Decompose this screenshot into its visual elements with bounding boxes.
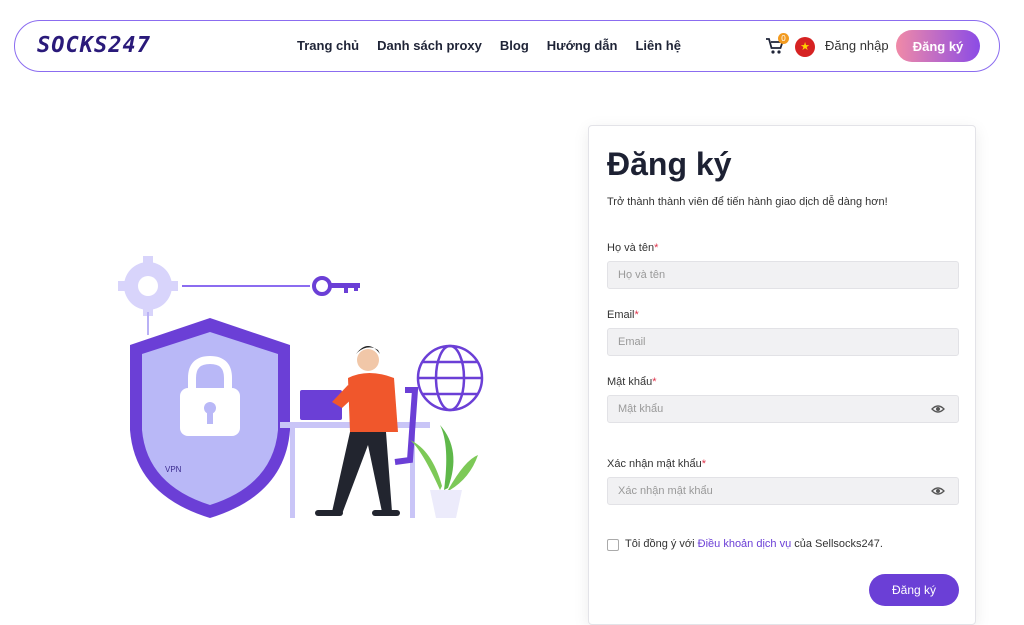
show-password-eye-icon[interactable] [931,404,945,414]
email-label: Email* [607,309,639,321]
security-illustration: VPN [118,256,484,518]
gear-icon [118,256,178,316]
nav-item-contact[interactable]: Liên hệ [635,38,681,53]
show-confirm-password-eye-icon[interactable] [931,486,945,496]
vietnam-flag-icon[interactable]: ★ [795,37,815,57]
form-subtitle: Trở thành thành viên để tiến hành giao d… [607,196,888,208]
submit-signup-button[interactable]: Đăng ký [869,574,959,606]
password-input[interactable] [607,395,959,423]
top-navbar: SOCKS247 Trang chủ Danh sách proxy Blog … [14,20,1000,72]
nav-item-home[interactable]: Trang chủ [297,38,359,53]
person-figure [315,346,400,516]
confirm-password-label: Xác nhận mật khẩu* [607,458,707,470]
nav-item-proxy-list[interactable]: Danh sách proxy [377,38,482,53]
form-title: Đăng ký [607,146,732,182]
fullname-input[interactable] [607,261,959,289]
terms-of-service-link[interactable]: Điều khoản dịch vụ [698,538,792,550]
brand-logo[interactable]: SOCKS247 [37,33,151,58]
terms-checkbox[interactable] [607,539,619,551]
email-input[interactable] [607,328,959,356]
login-link[interactable]: Đăng nhập [825,38,889,53]
confirm-password-input[interactable] [607,477,959,505]
key-icon [312,276,360,296]
signup-form-card: Đăng ký Trở thành thành viên để tiến hàn… [588,125,976,625]
cart-count-badge: 0 [778,33,789,44]
nav-item-blog[interactable]: Blog [500,38,529,53]
plant-decoration [410,425,478,518]
fullname-label: Họ và tên* [607,242,659,254]
shield-label: VPN [165,465,182,474]
password-label: Mật khẩu* [607,376,657,388]
laptop [300,390,342,420]
main-menu: Trang chủ Danh sách proxy Blog Hướng dẫn… [297,38,681,53]
terms-text: Tôi đồng ý với Điều khoản dịch vụ của Se… [625,538,883,550]
globe-icon [416,344,484,412]
signup-button-nav[interactable]: Đăng ký [896,30,980,62]
nav-item-guide[interactable]: Hướng dẫn [547,38,618,53]
